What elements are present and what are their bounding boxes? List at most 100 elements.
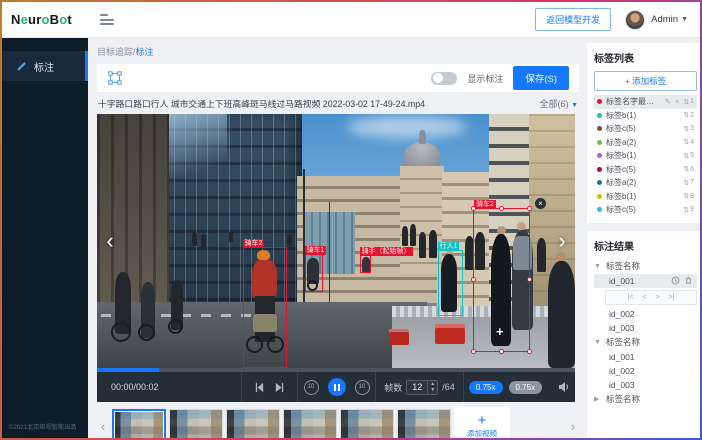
delete-label-icon[interactable]: × bbox=[675, 97, 679, 106]
result-item-selected[interactable]: id_001 bbox=[594, 274, 697, 288]
resize-handle[interactable] bbox=[527, 349, 532, 354]
label-row[interactable]: 标签b(1)⇅5 bbox=[594, 149, 697, 163]
rect-select-tool-icon[interactable] bbox=[107, 70, 123, 86]
next-frame-icon[interactable] bbox=[274, 382, 285, 393]
resize-handle[interactable] bbox=[471, 277, 476, 282]
breadcrumb-parent[interactable]: 目标追踪 bbox=[97, 47, 133, 57]
sort-arrows-icon[interactable]: ⇅ bbox=[683, 179, 689, 187]
resize-handle[interactable] bbox=[527, 206, 532, 211]
first-frame-icon[interactable]: |< bbox=[628, 294, 634, 301]
sort-arrows-icon[interactable]: ⇅ bbox=[683, 206, 689, 214]
jump-back-icon[interactable]: 10 bbox=[304, 380, 319, 395]
prev-frame-icon[interactable] bbox=[254, 382, 265, 393]
bbox-pedestrian1[interactable]: 行人1 bbox=[438, 250, 463, 316]
label-row[interactable]: 标签c(5)⇅3 bbox=[594, 122, 697, 136]
video-title: 十字路口路口行人 城市交通上下班高峰斑马线过马路视频 2022-03-02 17… bbox=[98, 97, 540, 110]
video-thumbnail-3[interactable] bbox=[226, 409, 280, 438]
annotation-toolbar: 显示标注 保存(S) bbox=[97, 64, 579, 92]
user-menu[interactable]: Admin▼ bbox=[651, 14, 688, 25]
sort-arrows-icon[interactable]: ⇅ bbox=[683, 125, 689, 133]
label-shortcut: ⇅4 bbox=[683, 138, 694, 146]
resize-handle[interactable] bbox=[471, 206, 476, 211]
result-id: id_002 bbox=[609, 309, 635, 319]
label-row[interactable]: 标签c(5)⇅6 bbox=[594, 163, 697, 177]
prev-frame-icon[interactable]: < bbox=[642, 294, 646, 301]
label-row[interactable]: 标签b(1)⇅8 bbox=[594, 190, 697, 204]
result-item[interactable]: id_003 bbox=[594, 321, 697, 335]
video-thumbnail-1[interactable] bbox=[112, 409, 166, 438]
result-item[interactable]: id_003 bbox=[594, 378, 697, 392]
sidebar-item-label: 标注 bbox=[34, 59, 54, 74]
sidebar-item-annotate[interactable]: 标注 bbox=[2, 51, 88, 81]
add-video-label: 添加视频 bbox=[467, 428, 497, 439]
sort-arrows-icon[interactable]: ⇅ bbox=[683, 165, 689, 173]
video-thumbnail-4[interactable] bbox=[283, 409, 337, 438]
label-name: 标签c(5) bbox=[606, 123, 679, 134]
resize-handle[interactable] bbox=[499, 349, 504, 354]
pause-button[interactable] bbox=[328, 378, 346, 396]
video-thumbnail-5[interactable] bbox=[340, 409, 394, 438]
label-name: 标签a(2) bbox=[606, 177, 679, 188]
volume-icon[interactable] bbox=[558, 381, 570, 393]
next-video-chevron[interactable]: › bbox=[553, 226, 571, 256]
user-avatar[interactable] bbox=[625, 10, 645, 30]
result-item[interactable]: id_002 bbox=[594, 364, 697, 378]
back-to-model-dev-button[interactable]: 返回模型开发 bbox=[535, 8, 611, 31]
frame-number-input[interactable] bbox=[407, 381, 427, 394]
prev-video-chevron[interactable]: ‹ bbox=[101, 226, 119, 256]
sort-arrows-icon[interactable]: ⇅ bbox=[683, 152, 689, 160]
resize-handle[interactable] bbox=[527, 277, 532, 282]
add-label-button[interactable]: + 添加标签 bbox=[594, 71, 697, 91]
save-button[interactable]: 保存(S) bbox=[513, 66, 569, 90]
video-thumbnail-2[interactable] bbox=[169, 409, 223, 438]
scene-wheel bbox=[111, 322, 131, 342]
edit-label-icon[interactable]: ✎ bbox=[665, 97, 671, 106]
next-frame-icon[interactable]: > bbox=[656, 294, 660, 301]
filmstrip-next-chevron[interactable]: › bbox=[567, 419, 579, 434]
filter-dropdown[interactable]: 全部(6) ▼ bbox=[540, 97, 578, 110]
label-row[interactable]: 标签a(2)⇅7 bbox=[594, 176, 697, 190]
speed-pill-primary[interactable]: 0.75x bbox=[469, 381, 503, 394]
delete-box-button[interactable]: × bbox=[535, 198, 546, 209]
caret-down-icon: ▼ bbox=[594, 339, 601, 346]
logo-letter: o bbox=[41, 12, 49, 27]
bbox-cyclist1[interactable]: 骑车1 bbox=[305, 254, 323, 292]
video-stage[interactable]: 骑车2 骑车1 骑手（起始帧） 行人1 骑车2 bbox=[97, 114, 575, 368]
result-group-collapsed[interactable]: ▶标签名称 bbox=[594, 392, 697, 407]
sort-arrows-icon[interactable]: ⇅ bbox=[683, 192, 689, 200]
resize-handle[interactable] bbox=[499, 206, 504, 211]
label-row[interactable]: 标签b(1)⇅2 bbox=[594, 109, 697, 123]
crosshair-cursor: + bbox=[496, 324, 504, 339]
result-item[interactable]: id_001 bbox=[594, 350, 697, 364]
result-item[interactable]: id_002 bbox=[594, 307, 697, 321]
video-thumbnail-6[interactable] bbox=[397, 409, 451, 438]
label-row[interactable]: 标签名字最长数... ✎ × ⇅1 bbox=[594, 95, 697, 109]
sort-arrows-icon[interactable]: ⇅ bbox=[683, 98, 689, 106]
last-frame-icon[interactable]: >| bbox=[669, 294, 675, 301]
speed-pill-secondary[interactable]: 0.75x bbox=[509, 381, 543, 394]
trash-icon[interactable] bbox=[684, 276, 693, 285]
scene-pedestrian bbox=[537, 238, 546, 272]
scene-pedestrian bbox=[192, 232, 197, 246]
user-name: Admin bbox=[651, 14, 678, 25]
label-row[interactable]: 标签c(5)⇅9 bbox=[594, 203, 697, 217]
bbox-rider-startframe[interactable]: 骑手（起始帧） bbox=[360, 255, 371, 273]
sort-arrows-icon[interactable]: ⇅ bbox=[683, 138, 689, 146]
label-name: 标签b(1) bbox=[606, 150, 679, 161]
label-color-dot bbox=[597, 140, 602, 145]
show-annotations-toggle[interactable] bbox=[431, 72, 457, 85]
result-group[interactable]: ▼标签名称 bbox=[594, 335, 697, 350]
show-annotations-label: 显示标注 bbox=[467, 72, 503, 85]
resize-handle[interactable] bbox=[471, 349, 476, 354]
label-row[interactable]: 标签a(2)⇅4 bbox=[594, 136, 697, 150]
add-video-button[interactable]: + 添加视频 bbox=[454, 407, 510, 438]
bbox-cyclist2[interactable]: 骑车2 bbox=[243, 247, 287, 368]
jump-forward-icon[interactable]: 10 bbox=[355, 380, 370, 395]
track-time-icon[interactable] bbox=[671, 276, 680, 285]
result-group[interactable]: ▼标签名称 bbox=[594, 259, 697, 274]
label-shortcut: ⇅1 bbox=[683, 98, 694, 106]
stepper-down-icon[interactable]: ▼ bbox=[428, 387, 437, 394]
sort-arrows-icon[interactable]: ⇅ bbox=[683, 111, 689, 119]
menu-collapse-icon[interactable] bbox=[100, 14, 114, 25]
filmstrip-prev-chevron[interactable]: ‹ bbox=[97, 419, 109, 434]
